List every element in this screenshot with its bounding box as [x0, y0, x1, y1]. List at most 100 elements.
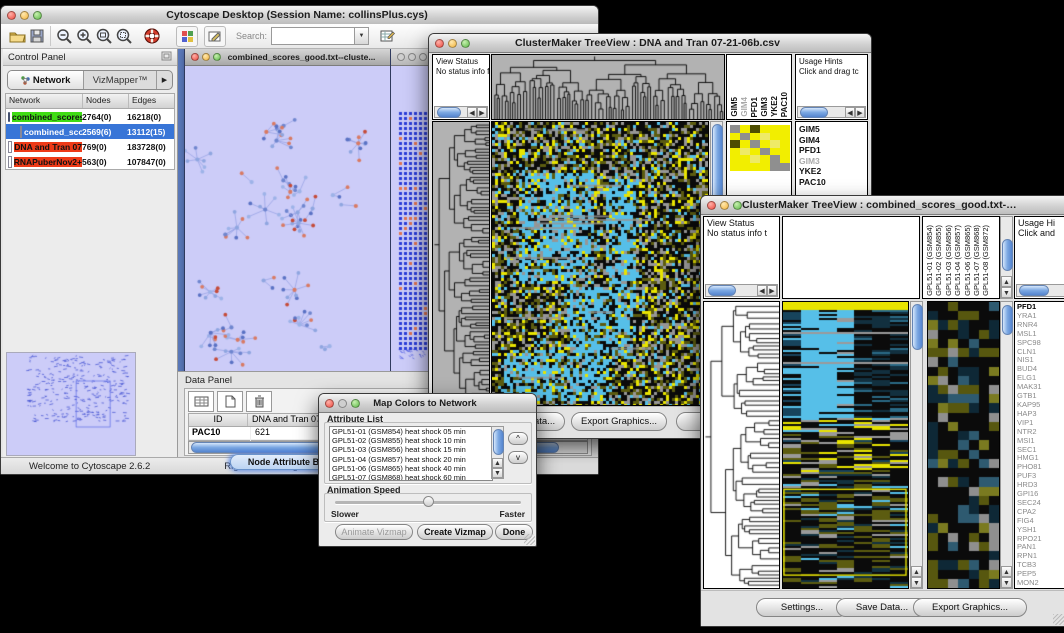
axis-label[interactable]: PFD1	[750, 97, 759, 117]
scroll-left-arrow[interactable]: ◀	[467, 107, 477, 118]
zoom-button[interactable]	[351, 399, 360, 408]
scroll-down-arrow[interactable]: ▼	[1001, 287, 1012, 298]
axis-label[interactable]: GPL51-02 (GSM855)	[934, 225, 943, 296]
tv2-column-tree-panel[interactable]	[782, 216, 920, 299]
annotation-icon[interactable]	[204, 26, 226, 47]
minimize-button[interactable]	[448, 39, 457, 48]
tv2-labels-vscroll[interactable]: ▲ ▼	[1000, 216, 1013, 299]
axis-label[interactable]: GPL51-03 (GSM856)	[944, 225, 953, 296]
search-input[interactable]	[271, 27, 355, 45]
tv1-status-hscroll[interactable]: ◀ ▶	[434, 106, 488, 118]
heatmap-zoom-canvas[interactable]	[928, 302, 999, 588]
matrix-cell[interactable]	[770, 125, 780, 133]
gene-label[interactable]: GIM4	[799, 135, 867, 146]
matrix-cell[interactable]	[780, 155, 790, 163]
matrix-cell[interactable]	[760, 133, 770, 141]
scroll-up-arrow[interactable]: ▲	[1001, 276, 1012, 287]
tv1-usage-hscroll[interactable]: ◀ ▶	[797, 106, 866, 118]
animate-vizmap-button[interactable]: Animate Vizmap	[335, 524, 413, 540]
open-folder-icon[interactable]	[7, 27, 27, 46]
close-button[interactable]	[7, 11, 16, 20]
axis-label[interactable]: YKE2	[770, 96, 779, 117]
minimize-button[interactable]	[408, 53, 416, 61]
close-button[interactable]	[707, 201, 716, 210]
matrix-cell[interactable]	[780, 125, 790, 133]
close-button[interactable]	[325, 399, 334, 408]
zoom-out-icon[interactable]	[54, 27, 74, 46]
network-view-titlebar[interactable]: combined_scores_good.txt--cluste...	[185, 49, 390, 66]
speed-slider-thumb[interactable]	[423, 496, 434, 507]
minimize-button[interactable]	[338, 399, 347, 408]
table-icon[interactable]	[188, 391, 214, 412]
tab-vizmapper[interactable]: VizMapper™	[84, 71, 157, 89]
close-button[interactable]	[435, 39, 444, 48]
hscroll-thumb[interactable]	[1019, 285, 1049, 296]
matrix-cell[interactable]	[730, 155, 740, 163]
zoom-button[interactable]	[33, 11, 42, 20]
axis-label[interactable]: GIM4	[740, 97, 749, 117]
matrix-cell[interactable]	[740, 148, 750, 156]
gene-label[interactable]: GIM3	[799, 156, 867, 167]
minimize-button[interactable]	[720, 201, 729, 210]
scroll-left-arrow[interactable]: ◀	[845, 107, 855, 118]
zoom-selected-icon[interactable]	[94, 27, 114, 46]
matrix-cell[interactable]	[750, 125, 760, 133]
attribute-list-vscroll[interactable]: ▲ ▼	[491, 426, 504, 479]
treeview1-titlebar[interactable]: ClusterMaker TreeView : DNA and Tran 07-…	[429, 34, 871, 53]
matrix-cell[interactable]	[780, 148, 790, 156]
matrix-cell[interactable]	[740, 163, 750, 171]
attribute-list-item[interactable]: GPL51-02 (GSM855) heat shock 10 min	[330, 436, 492, 445]
zoom-in-icon[interactable]	[74, 27, 94, 46]
matrix-cell[interactable]	[760, 140, 770, 148]
vscroll-thumb[interactable]	[1002, 239, 1013, 271]
matrix-cell[interactable]	[730, 125, 740, 133]
column-dendrogram[interactable]	[492, 55, 724, 119]
minimize-button[interactable]	[202, 53, 210, 61]
network-overview[interactable]	[6, 352, 136, 456]
zoom-button[interactable]	[461, 39, 470, 48]
correlation-matrix[interactable]	[730, 125, 790, 171]
matrix-cell[interactable]	[750, 163, 760, 171]
network-table-row[interactable]: DNA and Tran 07 769(0) 183728(0)	[6, 139, 174, 154]
matrix-cell[interactable]	[750, 133, 760, 141]
minimize-button[interactable]	[20, 11, 29, 20]
gene-label[interactable]: YKE2	[799, 166, 867, 177]
scroll-right-arrow[interactable]: ▶	[477, 107, 487, 118]
gene-label[interactable]: PFD1	[799, 145, 867, 156]
scroll-down-arrow[interactable]: ▼	[1001, 577, 1012, 588]
tv2-genes-vscroll[interactable]: ▲ ▼	[1000, 301, 1013, 589]
matrix-cell[interactable]	[760, 148, 770, 156]
vizmapper-icon[interactable]	[176, 26, 198, 47]
attribute-list-item[interactable]: GPL51-07 (GSM868) heat shock 60 min	[330, 473, 492, 481]
network-table-row[interactable]: combined_scores 2764(0) 16218(0)	[6, 109, 174, 124]
scroll-up-arrow[interactable]: ▲	[1001, 566, 1012, 577]
attribute-list-item[interactable]: GPL51-01 (GSM854) heat shock 05 min	[330, 427, 492, 436]
search-dropdown-arrow[interactable]: ▼	[355, 27, 369, 45]
axis-label[interactable]: GPL51-04 (GSM857)	[953, 225, 962, 296]
hscroll-thumb[interactable]	[437, 107, 461, 118]
scroll-right-arrow[interactable]: ▶	[855, 107, 865, 118]
col-id[interactable]: ID	[189, 414, 248, 426]
matrix-cell[interactable]	[730, 133, 740, 141]
trash-icon[interactable]	[246, 391, 272, 412]
col-network[interactable]: Network	[6, 94, 83, 108]
treeview2-titlebar[interactable]: ClusterMaker TreeView : combined_scores_…	[701, 196, 1064, 215]
col-edges[interactable]: Edges	[129, 94, 174, 108]
attribute-list-item[interactable]: GPL51-04 (GSM857) heat shock 20 min	[330, 455, 492, 464]
move-down-button[interactable]: v	[508, 451, 528, 464]
matrix-cell[interactable]	[770, 163, 780, 171]
settings-button[interactable]: Settings...	[756, 598, 848, 617]
hscroll-thumb[interactable]	[708, 285, 736, 296]
tab-overflow-arrow[interactable]: ▶	[157, 71, 172, 89]
help-lifering-icon[interactable]	[142, 27, 162, 46]
scroll-up-arrow[interactable]: ▲	[911, 566, 922, 577]
row-dendrogram[interactable]	[704, 302, 779, 588]
tab-network[interactable]: Network	[8, 71, 84, 89]
matrix-cell[interactable]	[780, 133, 790, 141]
resize-grip[interactable]	[1053, 614, 1064, 625]
matrix-cell[interactable]	[760, 125, 770, 133]
tv2-usage-hscroll[interactable]	[1016, 284, 1064, 297]
matrix-cell[interactable]	[740, 125, 750, 133]
gene-label[interactable]: MON2	[1017, 579, 1064, 588]
row-dendrogram[interactable]	[433, 122, 489, 405]
